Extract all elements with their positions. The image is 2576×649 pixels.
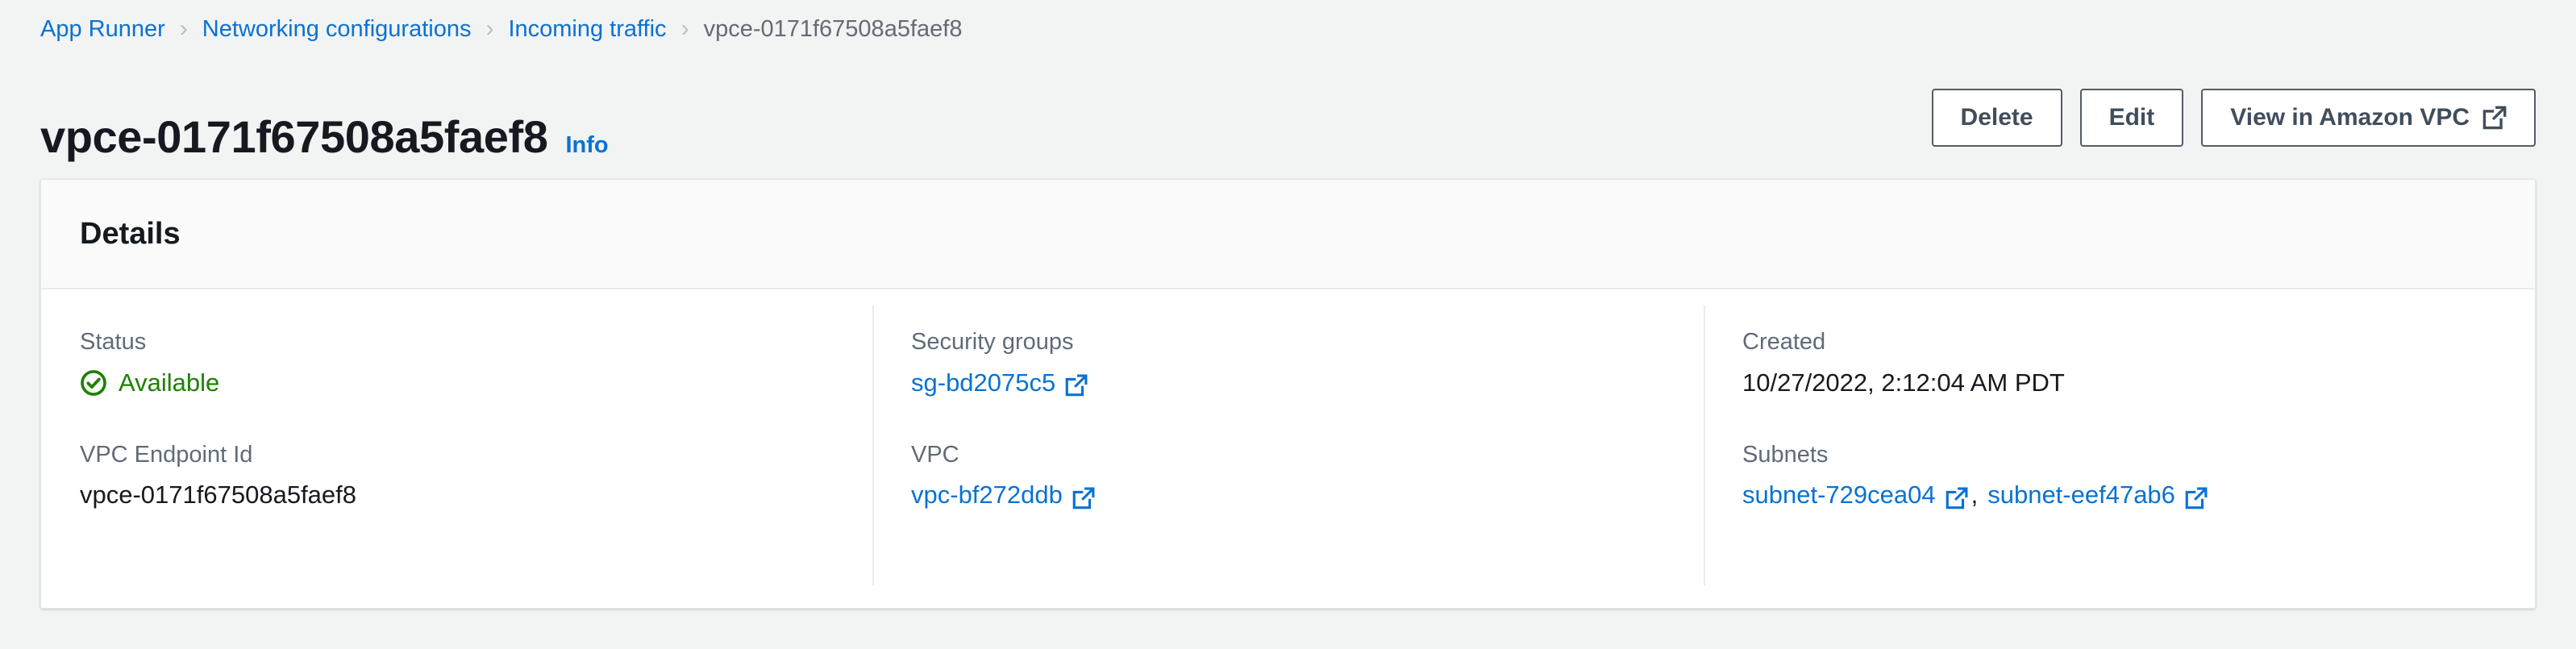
- detail-field-vpc: VPC vpc-bf272ddb: [911, 441, 1671, 512]
- status-badge: Available: [80, 368, 219, 399]
- button-label: View in Amazon VPC: [2230, 104, 2470, 131]
- resource-link-group: sg-bd2075c5: [911, 368, 1088, 399]
- details-column-1: Status Available VPC Endpoint Id vpce-0171f…: [41, 289, 872, 608]
- detail-field-value: Available: [80, 368, 840, 399]
- detail-value-text: 10/27/2022, 2:12:04 AM PDT: [1742, 368, 2065, 397]
- page-actions: Delete Edit View in Amazon VPC: [1931, 89, 2536, 147]
- breadcrumb-item-4: vpce-0171f67508a5faef8: [703, 15, 963, 42]
- resource-link[interactable]: subnet-eef47ab6: [1987, 480, 2175, 511]
- resource-link[interactable]: vpc-bf272ddb: [911, 480, 1063, 511]
- detail-field-value: vpce-0171f67508a5faef8: [80, 480, 840, 511]
- detail-field-vpc-endpoint-id: VPC Endpoint Id vpce-0171f67508a5faef8: [80, 441, 840, 512]
- external-link-icon: [2482, 106, 2507, 130]
- delete-button[interactable]: Delete: [1931, 89, 2062, 147]
- detail-field-value: subnet-729cea04, subnet-eef47ab6: [1742, 480, 2503, 511]
- details-panel-title: Details: [80, 217, 181, 251]
- edit-button[interactable]: Edit: [2079, 89, 2184, 147]
- breadcrumb-separator: ›: [179, 15, 188, 42]
- details-column-3: Created 10/27/2022, 2:12:04 AM PDT Subnets…: [1704, 289, 2535, 608]
- info-link[interactable]: Info: [565, 132, 608, 159]
- breadcrumb-separator: ›: [680, 15, 689, 42]
- details-column-2: Security groups sg-bd2075c5 VPC vpc-bf272dd…: [872, 289, 1704, 608]
- external-link-icon[interactable]: [1946, 486, 1968, 510]
- detail-value-text: vpce-0171f67508a5faef8: [80, 481, 357, 510]
- resource-link-group: subnet-eef47ab6: [1987, 480, 2208, 511]
- details-panel: Details Status Available VPC Endpoint Id vp…: [40, 179, 2536, 609]
- breadcrumb-item-2[interactable]: Networking configurations: [202, 17, 472, 41]
- view-in-amazon-vpc-button[interactable]: View in Amazon VPC: [2201, 89, 2536, 147]
- check-circle-icon: [80, 369, 107, 397]
- detail-field-created: Created 10/27/2022, 2:12:04 AM PDT: [1742, 328, 2503, 399]
- page-title-group: vpce-0171f67508a5faef8 Info: [40, 84, 609, 162]
- detail-field-subnets: Subnets subnet-729cea04, subnet-eef47ab6: [1742, 441, 2503, 512]
- breadcrumb: App Runner › Networking configurations › Inc…: [40, 11, 962, 47]
- detail-field-label: VPC Endpoint Id: [80, 441, 253, 468]
- resource-link-group: subnet-729cea04: [1742, 480, 1968, 511]
- detail-field-label: Security groups: [911, 329, 1074, 355]
- details-panel-header: Details: [41, 180, 2535, 289]
- detail-field-value: vpc-bf272ddb: [911, 480, 1671, 511]
- detail-field-label: Created: [1742, 329, 1826, 355]
- detail-field-status: Status Available: [80, 328, 840, 399]
- resource-link-group: vpc-bf272ddb: [911, 480, 1095, 511]
- status-text: Available: [119, 368, 220, 397]
- page-header: vpce-0171f67508a5faef8 Info Delete Edit Vi…: [40, 84, 2536, 162]
- breadcrumb-item-1[interactable]: App Runner: [40, 17, 165, 41]
- button-label: Delete: [1960, 104, 2033, 131]
- button-label: Edit: [2108, 104, 2155, 131]
- detail-field-value: sg-bd2075c5: [911, 368, 1671, 399]
- external-link-icon[interactable]: [1065, 373, 1088, 397]
- resource-link[interactable]: sg-bd2075c5: [911, 368, 1055, 399]
- value-separator: ,: [1970, 481, 1979, 510]
- page-title: vpce-0171f67508a5faef8: [40, 110, 548, 162]
- external-link-icon[interactable]: [2185, 486, 2208, 510]
- detail-field-label: VPC: [911, 441, 959, 468]
- detail-field-label: Status: [80, 329, 147, 355]
- app-runner-vpc-endpoint-detail-page: App Runner › Networking configurations › Inc…: [0, 0, 2576, 649]
- external-link-icon[interactable]: [1072, 486, 1095, 510]
- breadcrumb-item-3[interactable]: Incoming traffic: [508, 17, 666, 41]
- detail-field-value: 10/27/2022, 2:12:04 AM PDT: [1742, 368, 2503, 399]
- detail-field-label: Subnets: [1742, 441, 1829, 468]
- details-panel-body: Status Available VPC Endpoint Id vpce-0171f…: [41, 289, 2535, 608]
- detail-field-security-groups: Security groups sg-bd2075c5: [911, 328, 1671, 399]
- resource-link[interactable]: subnet-729cea04: [1742, 480, 1936, 511]
- breadcrumb-separator: ›: [485, 15, 494, 42]
